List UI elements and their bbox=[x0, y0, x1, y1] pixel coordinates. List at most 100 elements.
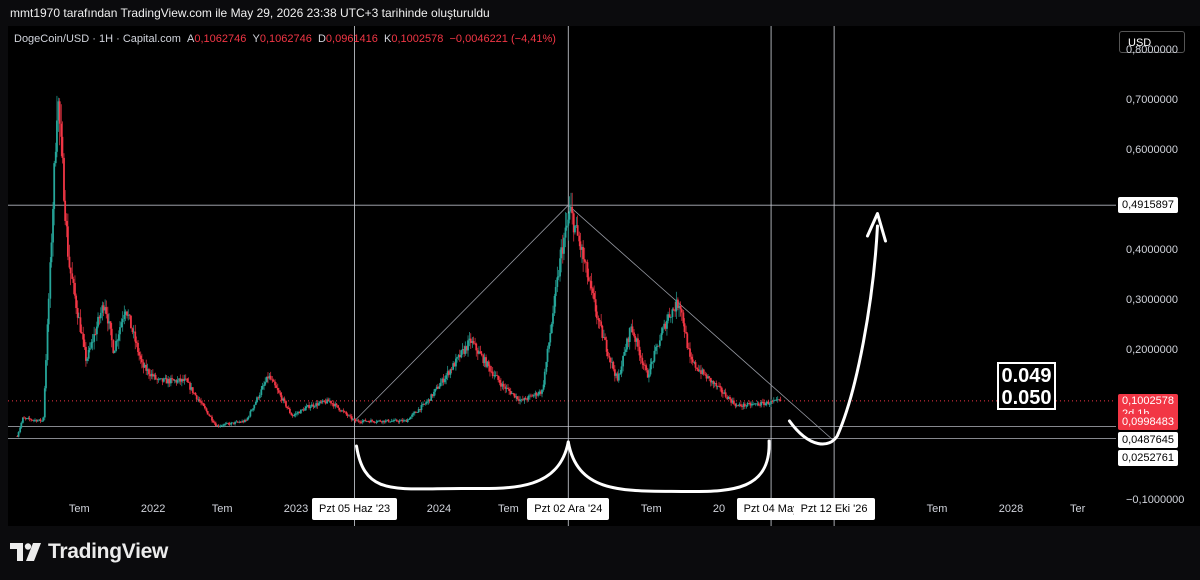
price-tag: 0,4915897 bbox=[1118, 197, 1178, 214]
candle-body bbox=[28, 417, 31, 420]
date-marker-tag: Pzt 12 Eki '26 bbox=[793, 498, 875, 520]
candle-body bbox=[256, 397, 258, 403]
candle-body bbox=[549, 333, 552, 343]
x-tick-label: Tem bbox=[68, 503, 90, 515]
candle-body bbox=[247, 416, 250, 418]
candle-body bbox=[228, 423, 231, 425]
candle-body bbox=[395, 419, 398, 422]
triangle-trendline bbox=[354, 204, 835, 442]
y-tick-label: 0,3000000 bbox=[1126, 294, 1178, 306]
candle-body bbox=[637, 338, 639, 347]
footer-bar bbox=[0, 528, 1200, 580]
candle-body bbox=[664, 323, 667, 329]
candle-body bbox=[140, 359, 143, 363]
candle-body bbox=[530, 395, 532, 397]
candle-body bbox=[467, 340, 469, 351]
y-tick-label: −0,1000000 bbox=[1126, 494, 1185, 506]
candle-body bbox=[90, 342, 93, 348]
candle-body bbox=[722, 392, 724, 394]
x-tick-label: 2022 bbox=[140, 503, 166, 515]
candle-body bbox=[194, 392, 197, 396]
candle-body bbox=[337, 405, 339, 408]
candle-body bbox=[516, 396, 519, 400]
candle-body bbox=[105, 307, 108, 315]
candle-body bbox=[439, 382, 442, 387]
candle-body bbox=[119, 327, 121, 335]
candle-body bbox=[464, 346, 467, 354]
cup-arc-left bbox=[354, 440, 570, 491]
candle-body bbox=[65, 220, 68, 227]
y-tick-label: 0,7000000 bbox=[1126, 94, 1178, 106]
candle-body bbox=[729, 396, 731, 400]
candle-body bbox=[447, 371, 450, 375]
candle-body bbox=[765, 401, 768, 404]
candle-body bbox=[738, 404, 741, 406]
candle-body bbox=[771, 401, 774, 402]
candle-body bbox=[332, 403, 335, 407]
candle-body bbox=[151, 373, 154, 377]
candle-body bbox=[724, 392, 727, 397]
candle-body bbox=[487, 361, 490, 366]
candle-body bbox=[319, 401, 321, 404]
candle-body bbox=[590, 281, 593, 289]
candle-body bbox=[149, 374, 152, 377]
candle-body bbox=[36, 420, 39, 422]
candle-body bbox=[95, 326, 98, 335]
candle-body bbox=[346, 414, 349, 416]
candle-body bbox=[749, 403, 752, 406]
candle-body bbox=[61, 136, 64, 158]
candles-group bbox=[16, 95, 782, 438]
candle-body bbox=[445, 375, 448, 379]
tradingview-logo-icon[interactable] bbox=[10, 543, 42, 561]
candle-body bbox=[560, 247, 563, 259]
candle-body bbox=[338, 407, 341, 411]
candle-body bbox=[727, 396, 730, 400]
candle-body bbox=[214, 423, 217, 427]
brand-name[interactable]: TradingView bbox=[48, 540, 168, 564]
annotation-box: 0.049 0.050 bbox=[997, 362, 1056, 410]
candle-body bbox=[661, 328, 664, 334]
candle-body bbox=[620, 366, 623, 374]
candle-body bbox=[638, 346, 641, 356]
symbol-label[interactable]: DogeCoin/USD · 1H · Capital.com bbox=[14, 33, 181, 45]
candle-body bbox=[53, 163, 56, 209]
candle-body bbox=[117, 334, 120, 341]
candle-body bbox=[730, 399, 733, 403]
candle-body bbox=[249, 411, 252, 417]
candle-body bbox=[428, 399, 431, 401]
candle-body bbox=[138, 352, 141, 356]
candle-body bbox=[154, 374, 157, 380]
candle-body bbox=[595, 311, 598, 319]
candle-body bbox=[543, 371, 546, 385]
candle-body bbox=[691, 359, 694, 363]
candle-body bbox=[371, 420, 374, 422]
candle-body bbox=[130, 315, 132, 329]
x-tick-label: Ter bbox=[1069, 503, 1086, 515]
candle-body bbox=[505, 387, 508, 389]
candle-body bbox=[280, 395, 283, 401]
candle-body bbox=[99, 312, 102, 319]
candle-body bbox=[537, 394, 540, 396]
candle-body bbox=[454, 358, 457, 367]
chart-svg bbox=[8, 26, 1116, 526]
candle-body bbox=[565, 225, 568, 228]
candle-body bbox=[642, 363, 645, 366]
candle-body bbox=[120, 322, 123, 328]
candle-body bbox=[139, 355, 142, 360]
candle-body bbox=[705, 374, 708, 379]
candle-body bbox=[77, 317, 80, 319]
candle-body bbox=[134, 331, 137, 342]
candle-body bbox=[288, 408, 291, 414]
candle-body bbox=[735, 405, 738, 407]
candle-body bbox=[604, 337, 606, 340]
candle-body bbox=[508, 388, 511, 391]
low-value: 0,0961416 bbox=[325, 33, 378, 45]
candle-body bbox=[372, 421, 375, 422]
candle-body bbox=[521, 399, 524, 401]
candle-body bbox=[267, 376, 269, 379]
candle-body bbox=[660, 333, 663, 341]
ohlc-legend: DogeCoin/USD · 1H · Capital.com A0,10627… bbox=[14, 33, 556, 45]
candle-body bbox=[171, 378, 173, 380]
candle-body bbox=[576, 225, 579, 236]
candle-body bbox=[225, 423, 228, 424]
